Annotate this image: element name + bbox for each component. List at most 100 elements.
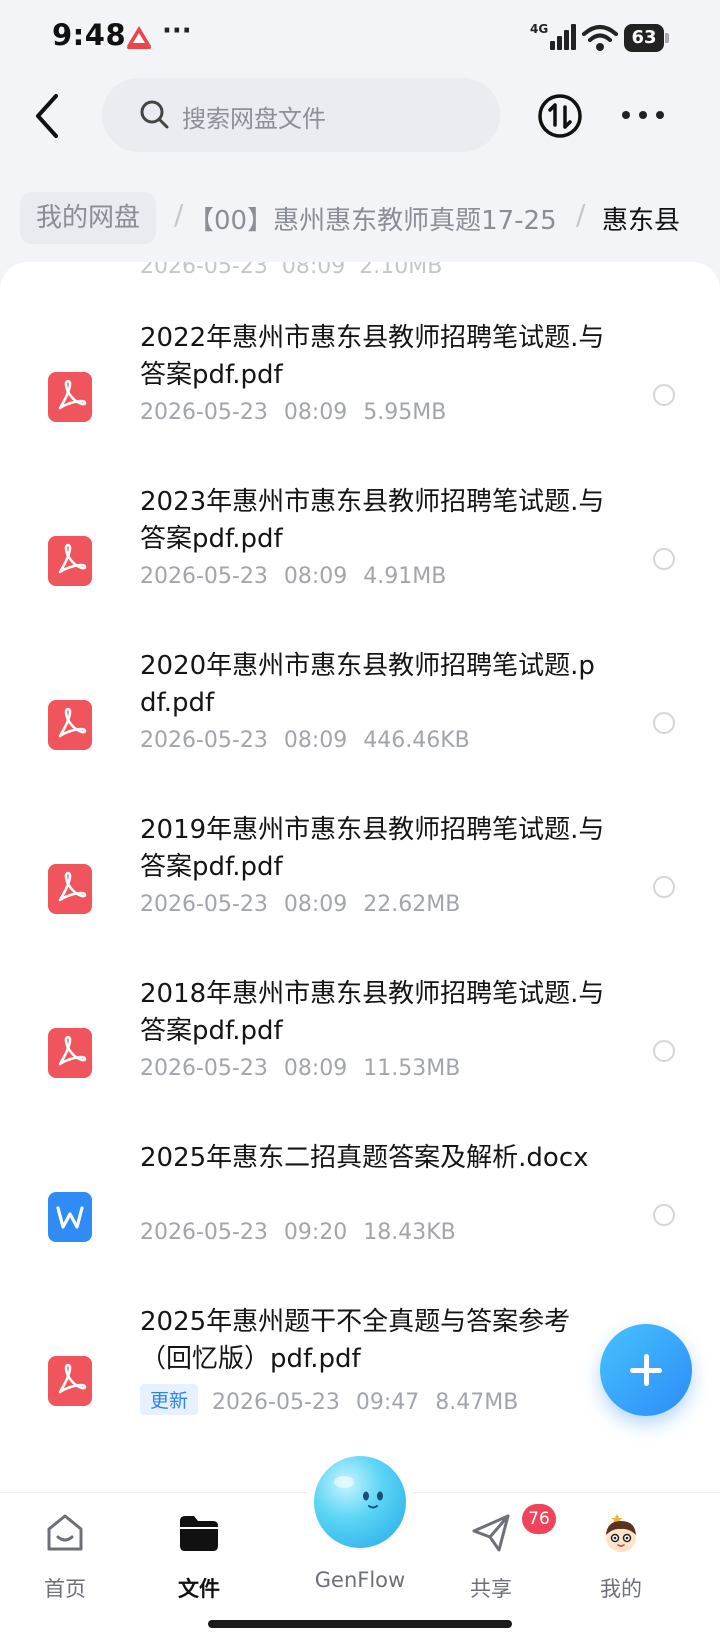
nav-label-files: 文件 bbox=[178, 1577, 220, 1601]
select-radio[interactable] bbox=[653, 384, 675, 406]
status-time: 9:48 bbox=[52, 18, 127, 52]
breadcrumb-current-folder: 惠东县 bbox=[602, 206, 681, 236]
file-list: 2026-05-23 08:09 2.10MB 2022年惠州市惠东县教师招聘笔… bbox=[0, 262, 720, 1492]
plus-icon bbox=[644, 1354, 649, 1386]
breadcrumb-separator: / bbox=[174, 198, 184, 231]
file-date: 2026-05-23 bbox=[140, 892, 268, 917]
file-item[interactable]: 2018年惠州市惠东县教师招聘笔试题.与答案pdf.pdf 2026-05-23… bbox=[0, 976, 720, 1140]
file-size: 8.47MB bbox=[435, 1390, 519, 1415]
home-indicator[interactable] bbox=[208, 1620, 512, 1628]
add-button[interactable] bbox=[600, 1324, 692, 1416]
file-size: 11.53MB bbox=[363, 1056, 461, 1081]
app-notification-icon bbox=[127, 26, 151, 49]
battery-icon: 63 bbox=[624, 24, 670, 52]
nav-home[interactable]: 首页 bbox=[10, 1511, 120, 1611]
file-size: 18.43KB bbox=[363, 1220, 456, 1245]
file-meta: 2026-05-23 08:09 22.62MB bbox=[140, 892, 460, 917]
select-radio[interactable] bbox=[653, 876, 675, 898]
share-count-badge: 76 bbox=[522, 1504, 556, 1534]
select-radio[interactable] bbox=[653, 1204, 675, 1226]
file-meta: 2026-05-23 08:09 11.53MB bbox=[140, 1056, 460, 1081]
file-name: 2022年惠州市惠东县教师招聘笔试题.与答案pdf.pdf bbox=[140, 323, 605, 390]
file-item[interactable]: 2023年惠州市惠东县教师招聘笔试题.与答案pdf.pdf 2026-05-23… bbox=[0, 484, 720, 648]
cellular-signal-icon: 4G bbox=[530, 22, 576, 50]
file-time: 09:47 bbox=[355, 1390, 420, 1415]
status-more-dots: ··· bbox=[162, 16, 192, 46]
wifi-icon bbox=[582, 25, 618, 51]
back-button[interactable] bbox=[26, 88, 70, 144]
breadcrumb-parent-folder[interactable]: 【00】惠州惠东教师真题17-25 bbox=[188, 200, 557, 237]
file-name: 2019年惠州市惠东县教师招聘笔试题.与答案pdf.pdf bbox=[140, 815, 605, 882]
file-time: 08:09 bbox=[283, 1056, 348, 1081]
breadcrumb-root[interactable]: 我的网盘 bbox=[20, 192, 157, 244]
file-item[interactable]: 2025年惠东二招真题答案及解析.docx 2026-05-23 09:20 18.… bbox=[0, 1140, 720, 1304]
file-size: 2.10MB bbox=[359, 262, 443, 279]
pdf-file-icon bbox=[48, 864, 92, 914]
file-meta: 更新 2026-05-23 09:47 8.47MB bbox=[140, 1384, 518, 1415]
breadcrumb: 我的网盘 / 【00】惠州惠东教师真题17-25 / 惠东县 bbox=[0, 186, 720, 250]
pdf-file-icon bbox=[48, 372, 92, 422]
update-badge: 更新 bbox=[140, 1384, 199, 1415]
file-item[interactable]: 2019年惠州市惠东县教师招聘笔试题.与答案pdf.pdf 2026-05-23… bbox=[0, 812, 720, 976]
file-name: 2025年惠东二招真题答案及解析.docx bbox=[140, 1143, 589, 1173]
nav-files[interactable]: 文件 bbox=[144, 1511, 254, 1611]
search-icon bbox=[140, 100, 169, 129]
nav-label-mine: 我的 bbox=[600, 1577, 642, 1601]
file-date: 2026-05-23 bbox=[212, 1390, 340, 1415]
file-size: 22.62MB bbox=[363, 892, 461, 917]
transfer-button[interactable] bbox=[536, 92, 584, 140]
file-date: 2026-05-23 bbox=[140, 1220, 268, 1245]
send-icon bbox=[472, 1514, 510, 1552]
file-time: 08:09 bbox=[281, 262, 346, 279]
select-radio[interactable] bbox=[653, 712, 675, 734]
nav-mine[interactable]: 我的 bbox=[566, 1511, 676, 1611]
pdf-file-icon bbox=[48, 700, 92, 750]
partial-file-meta: 2026-05-23 08:09 2.10MB bbox=[140, 262, 442, 279]
file-size: 4.91MB bbox=[363, 564, 447, 589]
file-name: 2025年惠州题干不全真题与答案参考（回忆版）pdf.pdf bbox=[140, 1307, 571, 1374]
word-file-icon bbox=[48, 1192, 92, 1242]
file-meta: 2026-05-23 08:09 4.91MB bbox=[140, 564, 446, 589]
search-input[interactable]: 搜索网盘文件 bbox=[102, 78, 500, 152]
battery-tip bbox=[665, 33, 669, 43]
file-time: 08:09 bbox=[283, 564, 348, 589]
battery-level: 63 bbox=[624, 24, 664, 52]
breadcrumb-separator: / bbox=[576, 198, 586, 231]
select-radio[interactable] bbox=[653, 548, 675, 570]
nav-label-genflow: GenFlow bbox=[314, 1568, 406, 1592]
pdf-file-icon bbox=[48, 1028, 92, 1078]
genflow-mascot-icon bbox=[314, 1456, 406, 1548]
file-time: 08:09 bbox=[283, 892, 348, 917]
file-size: 5.95MB bbox=[363, 400, 447, 425]
pdf-file-icon bbox=[48, 536, 92, 586]
file-time: 08:09 bbox=[283, 728, 348, 753]
nav-label-share: 共享 bbox=[470, 1577, 512, 1601]
file-name: 2023年惠州市惠东县教师招聘笔试题.与答案pdf.pdf bbox=[140, 487, 605, 554]
folder-icon bbox=[180, 1516, 218, 1551]
avatar-icon bbox=[606, 1514, 636, 1552]
status-bar: 9:48 ··· 4G 63 bbox=[0, 0, 720, 78]
more-options-button[interactable] bbox=[618, 100, 668, 130]
search-placeholder: 搜索网盘文件 bbox=[182, 105, 326, 133]
select-radio[interactable] bbox=[653, 1040, 675, 1062]
screen: 9:48 ··· 4G 63 搜索网盘文件 我的网盘 / 【00】惠州惠东教师真… bbox=[0, 0, 720, 1640]
file-size: 446.46KB bbox=[363, 728, 470, 753]
file-name: 2018年惠州市惠东县教师招聘笔试题.与答案pdf.pdf bbox=[140, 979, 605, 1046]
genflow-button[interactable] bbox=[306, 1448, 414, 1556]
file-date: 2026-05-23 bbox=[140, 728, 268, 753]
file-date: 2026-05-23 bbox=[140, 262, 268, 279]
file-time: 08:09 bbox=[283, 400, 348, 425]
pdf-file-icon bbox=[48, 1356, 92, 1406]
home-icon bbox=[47, 1514, 83, 1551]
file-item[interactable]: 2020年惠州市惠东县教师招聘笔试题.pdf.pdf 2026-05-23 08:… bbox=[0, 648, 720, 812]
file-meta: 2026-05-23 09:20 18.43KB bbox=[140, 1220, 456, 1245]
network-type-label: 4G bbox=[530, 22, 548, 36]
file-meta: 2026-05-23 08:09 446.46KB bbox=[140, 728, 470, 753]
nav-label-home: 首页 bbox=[44, 1577, 86, 1601]
file-meta: 2026-05-23 08:09 5.95MB bbox=[140, 400, 446, 425]
file-item[interactable]: 2022年惠州市惠东县教师招聘笔试题.与答案pdf.pdf 2026-05-23… bbox=[0, 320, 720, 484]
file-date: 2026-05-23 bbox=[140, 400, 268, 425]
file-name: 2020年惠州市惠东县教师招聘笔试题.pdf.pdf bbox=[140, 651, 595, 718]
file-time: 09:20 bbox=[283, 1220, 348, 1245]
file-date: 2026-05-23 bbox=[140, 564, 268, 589]
